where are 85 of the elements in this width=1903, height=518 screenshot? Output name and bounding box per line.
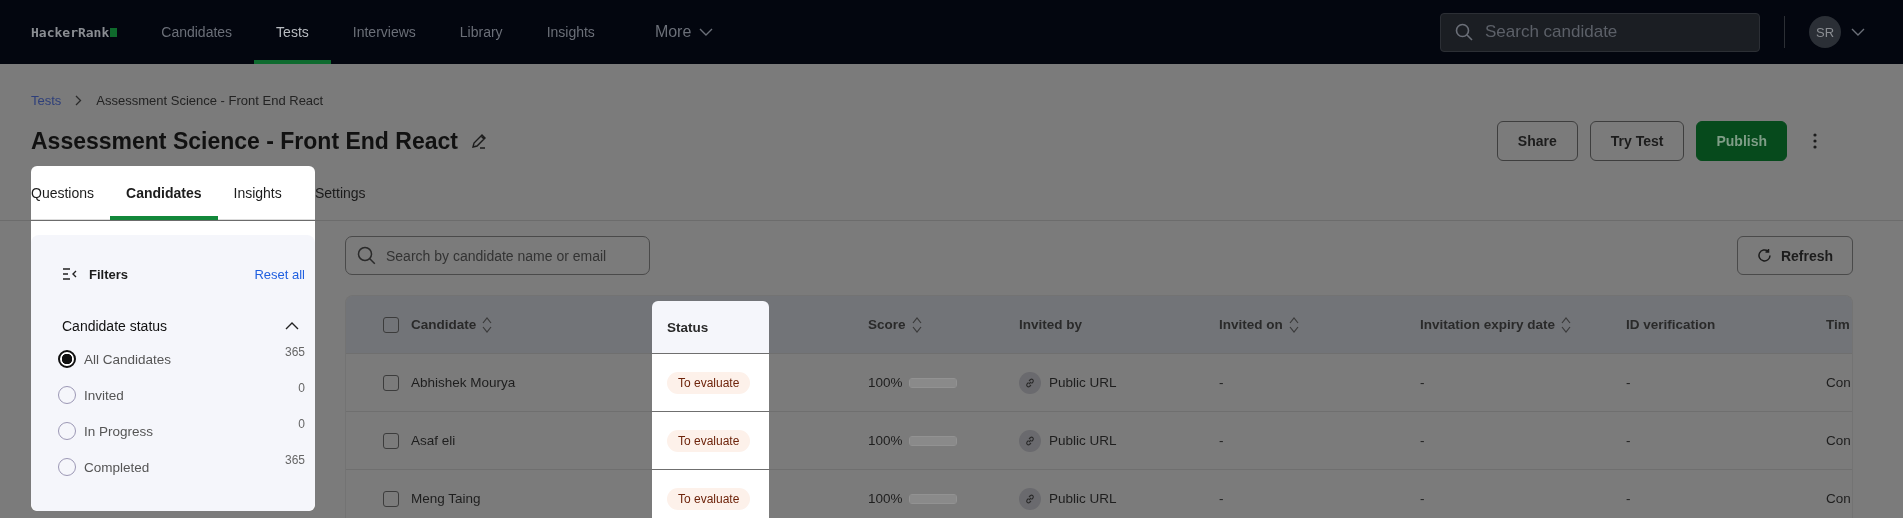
radio-button[interactable]: [58, 350, 76, 368]
table-cell: -: [1626, 375, 1631, 390]
column-header: Status: [667, 319, 709, 335]
action-button[interactable]: Try Test: [1589, 121, 1685, 161]
tab[interactable]: Settings: [315, 166, 382, 220]
status-badge: To evaluate: [667, 371, 751, 394]
checkbox[interactable]: [383, 490, 399, 507]
sort-icon[interactable]: [1561, 316, 1572, 333]
table-cell: -: [1420, 375, 1425, 390]
table-cell: -: [1420, 491, 1425, 506]
nav-link[interactable]: Tests: [254, 0, 331, 64]
table-cell: -: [1219, 491, 1224, 506]
table-cell: Public URL: [1049, 375, 1117, 390]
breadcrumb-link[interactable]: Tests: [31, 92, 62, 108]
table-cell: Con: [1826, 491, 1851, 506]
chevron-down-icon[interactable]: [1851, 28, 1865, 36]
checkbox[interactable]: [383, 432, 399, 449]
page-title: Assessment Science - Front End React: [31, 127, 458, 155]
link-icon: [1019, 371, 1041, 394]
sort-icon[interactable]: [911, 316, 922, 333]
table-cell: Asaf eli: [411, 433, 456, 448]
logo[interactable]: HackerRank: [31, 24, 118, 40]
table-cell: -: [1420, 433, 1425, 448]
column-header: Invitation expiry date: [1420, 317, 1556, 332]
column-header: Invited on: [1219, 317, 1283, 332]
table-cell: -: [1626, 433, 1631, 448]
tab[interactable]: Insights: [217, 166, 298, 220]
search-icon: [357, 246, 376, 265]
link-icon: [1019, 429, 1041, 452]
option-label: All Candidates: [84, 351, 172, 367]
table-cell: Con: [1826, 433, 1851, 448]
more-icon[interactable]: [1813, 133, 1817, 149]
column-header: Candidate: [411, 317, 477, 332]
column-header: Invited by: [1019, 317, 1082, 332]
column-header: Tim: [1826, 317, 1850, 332]
reset-all-link[interactable]: Reset all: [254, 266, 305, 282]
nav-link[interactable]: Interviews: [330, 0, 438, 64]
option-count: 365: [284, 453, 305, 467]
action-button[interactable]: Share: [1496, 121, 1578, 161]
link-icon: [1019, 487, 1041, 510]
nav-link[interactable]: More: [632, 0, 736, 64]
pencil-icon[interactable]: [469, 132, 488, 150]
refresh-button[interactable]: Refresh: [1737, 236, 1853, 275]
table-cell: Meng Taing: [411, 491, 481, 506]
sort-icon[interactable]: [1288, 316, 1299, 333]
section-heading: Candidate status: [62, 318, 168, 334]
column-header: Score: [868, 317, 906, 332]
nav-link[interactable]: Candidates: [139, 0, 255, 64]
option-count: 0: [298, 417, 305, 431]
table-cell: -: [1626, 491, 1631, 506]
option-count: 365: [284, 345, 305, 359]
user-avatar[interactable]: SR: [1809, 16, 1841, 48]
checkbox[interactable]: [383, 316, 399, 333]
sort-icon[interactable]: [482, 316, 493, 333]
table-cell: Con: [1826, 375, 1851, 390]
search-field[interactable]: Search candidate: [1440, 12, 1760, 52]
column-header: ID verification: [1626, 317, 1716, 332]
breadcrumb-current: Assessment Science - Front End React: [96, 92, 324, 108]
filter-list-icon[interactable]: [62, 267, 78, 281]
table-cell: 100%: [868, 375, 903, 390]
chevron-right-icon: [75, 94, 83, 106]
table-cell: Public URL: [1049, 433, 1117, 448]
checkbox[interactable]: [383, 374, 399, 391]
option-label: Invited: [84, 387, 124, 403]
chevron-up-icon[interactable]: [285, 322, 299, 330]
filters-heading: Filters: [89, 266, 128, 282]
search-field[interactable]: Search by candidate name or email: [345, 236, 650, 275]
search-icon: [1455, 22, 1473, 41]
nav-link[interactable]: Library: [437, 0, 525, 64]
chevron-down-icon: [699, 28, 714, 36]
tab[interactable]: Questions: [31, 166, 111, 220]
option-label: In Progress: [84, 423, 154, 439]
status-badge: To evaluate: [667, 487, 751, 510]
nav-link[interactable]: Insights: [524, 0, 617, 64]
table-cell: Public URL: [1049, 491, 1117, 506]
publish-button[interactable]: Publish: [1696, 121, 1787, 161]
option-count: 0: [298, 381, 305, 395]
table-cell: -: [1219, 375, 1224, 390]
status-badge: To evaluate: [667, 429, 751, 452]
table-cell: Abhishek Mourya: [411, 375, 516, 390]
table-cell: 100%: [868, 491, 903, 506]
refresh-icon: [1756, 248, 1772, 263]
table-cell: 100%: [868, 433, 903, 448]
option-label: Completed: [84, 459, 150, 475]
table-cell: -: [1219, 433, 1224, 448]
